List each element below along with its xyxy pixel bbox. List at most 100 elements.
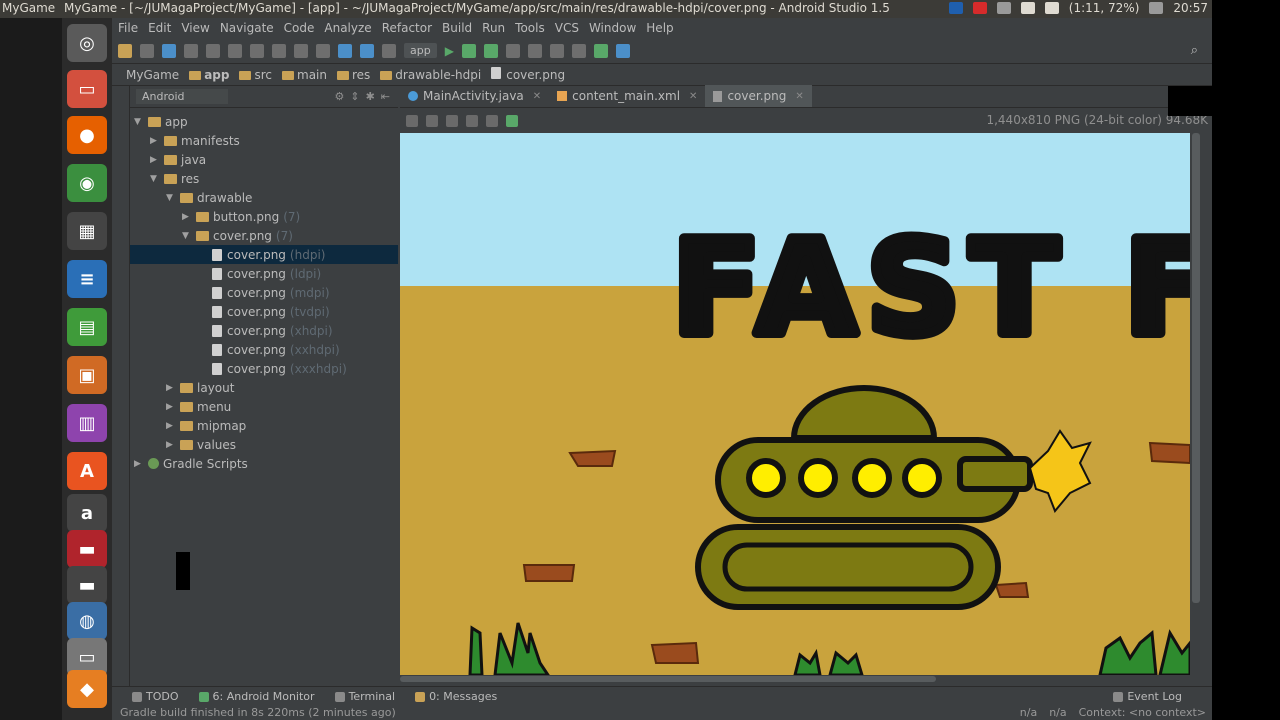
menu-refactor[interactable]: Refactor (382, 21, 432, 35)
attach-debugger-icon[interactable] (483, 43, 498, 58)
collapse-icon[interactable]: ⇕ (350, 90, 359, 103)
caret-position[interactable]: n/a (1020, 706, 1037, 719)
project-view-select[interactable]: Android (136, 89, 228, 104)
todo-tool-button[interactable]: TODO (132, 690, 179, 703)
hide-icon[interactable]: ⇤ (381, 90, 390, 103)
tree-item-gradle-scripts[interactable]: ▶ Gradle Scripts (130, 454, 398, 473)
menu-view[interactable]: View (181, 21, 209, 35)
tree-item-cover-xxxhdpi[interactable]: cover.png (xxxhdpi) (130, 359, 398, 378)
event-log-tool-button[interactable]: Event Log (1113, 690, 1182, 703)
tree-item-cover-xxhdpi[interactable]: cover.png (xxhdpi) (130, 340, 398, 359)
tab-cover-png[interactable]: cover.png ✕ (705, 85, 812, 107)
actual-size-icon[interactable] (486, 115, 498, 127)
android-monitor-tool-button[interactable]: 6: Android Monitor (198, 690, 315, 703)
zoom-in-icon[interactable] (446, 115, 458, 127)
sync-icon[interactable] (162, 43, 176, 58)
battery-status[interactable]: (1:11, 72%) (1069, 1, 1140, 15)
close-icon[interactable]: ✕ (533, 91, 541, 102)
writer-icon[interactable]: ≡ (67, 260, 107, 298)
menu-analyze[interactable]: Analyze (324, 21, 371, 35)
grid-toggle-icon[interactable] (406, 115, 418, 127)
gear-icon[interactable]: ⚙ (334, 90, 344, 103)
menu-build[interactable]: Build (442, 21, 472, 35)
menu-edit[interactable]: Edit (148, 21, 171, 35)
tree-item-cover-hdpi[interactable]: cover.png (hdpi) (130, 245, 398, 264)
context-indicator[interactable]: Context: <no context> (1079, 706, 1206, 719)
hp-icon[interactable] (948, 2, 963, 14)
ubuntu-dash-icon[interactable]: ◎ (67, 24, 107, 62)
menu-tools[interactable]: Tools (515, 21, 545, 35)
volume-icon[interactable] (1149, 2, 1164, 14)
impress-icon[interactable]: ▣ (67, 356, 107, 394)
menu-window[interactable]: Window (589, 21, 636, 35)
horizontal-scrollbar[interactable] (400, 676, 936, 682)
image-canvas[interactable]: FAST FI (400, 133, 1190, 675)
android-monitor-icon[interactable] (571, 43, 586, 58)
tree-item-button-png[interactable]: ▶ button.png (7) (130, 207, 398, 226)
breadcrumb-project[interactable]: MyGame (126, 68, 179, 82)
avd-manager-icon[interactable] (527, 43, 542, 58)
chrome-icon[interactable]: ◉ (67, 164, 107, 202)
app-icon-orange[interactable]: ◆ (67, 670, 107, 708)
run-config-select[interactable]: app (404, 43, 437, 58)
tree-item-java[interactable]: ▶ java (130, 150, 398, 169)
menu-navigate[interactable]: Navigate (220, 21, 274, 35)
replace-icon[interactable] (316, 43, 330, 58)
tree-item-manifests[interactable]: ▶ manifests (130, 131, 398, 150)
paste-icon[interactable] (272, 43, 286, 58)
make-project-icon[interactable] (382, 43, 396, 58)
close-icon[interactable]: ✕ (689, 91, 697, 102)
tab-content-main-xml[interactable]: content_main.xml ✕ (549, 85, 705, 107)
keyboard-icon[interactable] (1020, 2, 1035, 14)
run-icon[interactable]: ▶ (445, 44, 454, 58)
menu-vcs[interactable]: VCS (555, 21, 579, 35)
find-icon[interactable] (294, 43, 308, 58)
help-icon[interactable] (615, 43, 630, 58)
app-icon-blue[interactable]: ◍ (67, 602, 107, 640)
debug-icon[interactable] (461, 43, 476, 58)
stop-icon[interactable] (505, 43, 520, 58)
wifi-icon[interactable] (996, 2, 1011, 14)
tree-item-cover-ldpi[interactable]: cover.png (ldpi) (130, 264, 398, 283)
tree-item-app[interactable]: ▼ app (130, 112, 398, 131)
tool-window-stripe-left[interactable] (112, 86, 130, 690)
tree-item-layout[interactable]: ▶ layout (130, 378, 398, 397)
breadcrumb-file[interactable]: cover.png (491, 67, 565, 82)
app-icon-red[interactable]: ▬ (67, 530, 107, 568)
undo-icon[interactable] (184, 43, 198, 58)
amazon-icon[interactable]: a (67, 494, 107, 532)
software-center-icon[interactable]: A (67, 452, 107, 490)
cut-icon[interactable] (228, 43, 242, 58)
breadcrumb-drawable-hdpi[interactable]: drawable-hdpi (380, 68, 481, 82)
tree-item-drawable[interactable]: ▼ drawable (130, 188, 398, 207)
firefox-icon[interactable]: ● (67, 116, 107, 154)
zoom-out-icon[interactable] (466, 115, 478, 127)
calc-icon[interactable]: ▤ (67, 308, 107, 346)
video-editor-icon[interactable]: ▦ (67, 212, 107, 250)
record-icon[interactable] (972, 2, 987, 14)
tree-item-menu[interactable]: ▶ menu (130, 397, 398, 416)
vertical-scrollbar[interactable] (1192, 133, 1200, 603)
close-icon[interactable]: ✕ (795, 91, 803, 102)
base-icon[interactable]: ▥ (67, 404, 107, 442)
tree-item-cover-xhdpi[interactable]: cover.png (xhdpi) (130, 321, 398, 340)
chessboard-icon[interactable] (426, 115, 438, 127)
color-picker-icon[interactable] (506, 115, 518, 127)
tree-item-cover-png-group[interactable]: ▼ cover.png (7) (130, 226, 398, 245)
clock[interactable]: 20:57 (1173, 1, 1208, 15)
tree-item-mipmap[interactable]: ▶ mipmap (130, 416, 398, 435)
back-icon[interactable] (338, 43, 352, 58)
android-device-icon[interactable] (593, 43, 608, 58)
settings-icon[interactable]: ✱ (366, 90, 375, 103)
app-icon-dark[interactable]: ▬ (67, 566, 107, 604)
menu-file[interactable]: File (118, 21, 138, 35)
redo-icon[interactable] (206, 43, 220, 58)
search-everywhere-icon[interactable]: ⌕ (1191, 43, 1198, 58)
open-icon[interactable] (118, 43, 132, 58)
line-separator[interactable]: n/a (1049, 706, 1066, 719)
tree-item-values[interactable]: ▶ values (130, 435, 398, 454)
breadcrumb-app[interactable]: app (189, 68, 229, 82)
sdk-manager-icon[interactable] (549, 43, 564, 58)
forward-icon[interactable] (360, 43, 374, 58)
terminal-tool-button[interactable]: Terminal (334, 690, 395, 703)
